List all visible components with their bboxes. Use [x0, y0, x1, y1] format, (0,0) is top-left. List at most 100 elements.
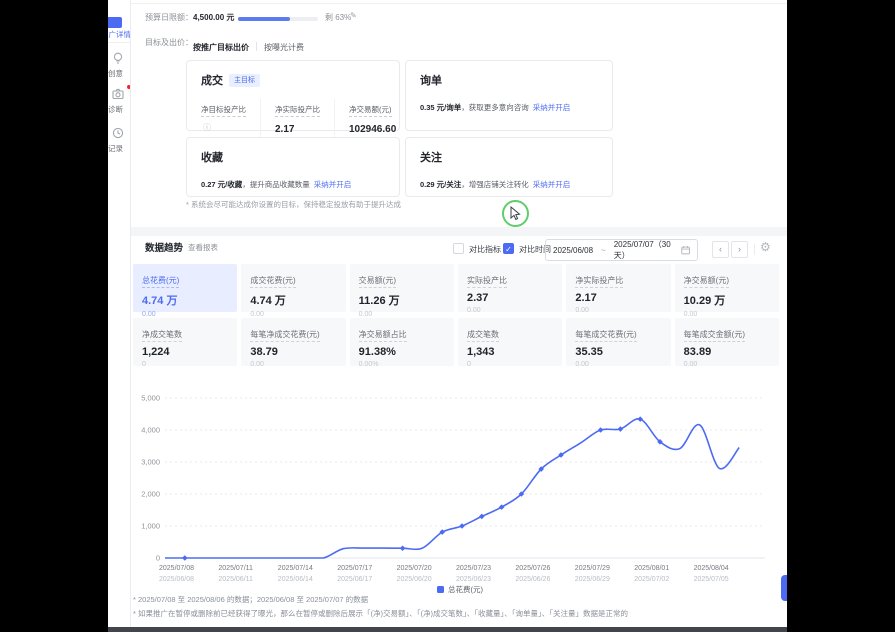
trend-chart[interactable]: 01,0002,0003,0004,0005,0002025/07/082025…	[133, 388, 773, 588]
metric-tile-6[interactable]: 净成交笔数1,2240	[133, 318, 237, 366]
svg-text:2025/07/23: 2025/07/23	[456, 565, 491, 572]
horizontal-scrollbar[interactable]	[108, 627, 787, 632]
svg-text:2025/07/26: 2025/07/26	[515, 565, 550, 572]
budget-value: 4,500.00 元	[193, 12, 234, 23]
info-icon[interactable]: ⓘ	[203, 123, 211, 132]
metric-tile-8[interactable]: 净交易额占比 91.38% 0.00%	[350, 318, 454, 366]
svg-text:2025/06/20: 2025/06/20	[397, 576, 432, 583]
adopt-enable-link[interactable]: 采纳并开启	[533, 180, 571, 189]
compare-metric-checkbox[interactable]	[453, 243, 464, 254]
svg-text:2025/07/14: 2025/07/14	[278, 565, 313, 572]
metric-label: 净交易额(元)	[684, 275, 729, 288]
bidding-label: 目标及出价：	[145, 37, 193, 48]
svg-text:2025/07/11: 2025/07/11	[218, 565, 253, 572]
svg-text:2025/07/17: 2025/07/17	[337, 565, 372, 572]
metric-tile-2[interactable]: 交易额(元)11.26 万0.00	[350, 264, 454, 312]
toolbar-divider	[754, 244, 755, 255]
metric-tile-4[interactable]: 净实际投产比2.170.00	[566, 264, 670, 312]
metric-value: 91.38%	[359, 346, 445, 358]
svg-text:2025/07/02: 2025/07/02	[634, 576, 669, 583]
metric-label: 每笔成交花费(元)	[575, 329, 636, 342]
sidebar-active-tag[interactable]	[108, 17, 122, 28]
metric-label: 每笔成交金额(元)	[684, 329, 745, 342]
budget-remaining: 剩 63%	[325, 12, 351, 23]
bulb-icon[interactable]	[111, 51, 125, 65]
goal-note: * 系统会尽可能达成你设置的目标，保持稳定投放有助于提升达成	[186, 199, 401, 210]
mini-sidebar: 推广详情 推广创意 推广诊断 操作记录	[108, 0, 131, 632]
compare-metric-label: 对比指标	[469, 244, 501, 255]
svg-text:0: 0	[156, 554, 160, 563]
metric-compare-value: 0.00	[575, 307, 661, 314]
sidebar-item-creative[interactable]: 推广创意	[108, 68, 127, 79]
metric-tile-0[interactable]: 总花费(元)4.74 万0.00	[133, 264, 237, 312]
prev-period-button[interactable]: ‹	[712, 241, 729, 258]
settings-gear-icon[interactable]: ⚙	[760, 240, 771, 254]
edit-budget-icon[interactable]: ✎	[350, 11, 357, 20]
metric-compare-value: 0.00	[684, 311, 770, 318]
metric-label: 净交易额占比	[359, 329, 407, 342]
metric-label: 每笔净成交花费(元)	[250, 329, 319, 342]
metric-tile-11[interactable]: 每笔成交金额(元)83.890.00	[675, 318, 779, 366]
metric-value: 4.74 万	[142, 292, 228, 308]
goal-card-follow[interactable]: 关注 0.29 元/关注，增强店铺关注转化采纳并开启	[405, 137, 613, 197]
svg-text:2025/06/17: 2025/06/17	[337, 576, 372, 583]
metric-value: 2.17	[575, 292, 661, 304]
goal-card-deal[interactable]: 成交主目标 净目标投产比ⓘ 2.45 ✎ 净实际投产比 2.17 净交易额(元)…	[186, 60, 400, 131]
adopt-enable-link[interactable]: 采纳并开启	[533, 103, 571, 112]
metric-tile-10[interactable]: 每笔成交花费(元) 35.35 0.00	[566, 318, 670, 366]
metric-tile-9[interactable]: 成交笔数1,3430	[458, 318, 562, 366]
legend-swatch	[437, 586, 444, 593]
side-float-handle[interactable]	[781, 575, 787, 601]
metric-label: 总花费(元)	[142, 275, 179, 288]
date-end: 2025/07/07（30天）	[614, 239, 681, 261]
sidebar-item-history[interactable]: 操作记录	[108, 143, 127, 154]
sidebar-item-diagnose[interactable]: 推广诊断	[108, 104, 127, 115]
metric-value: 2.37	[467, 292, 553, 304]
clock-icon[interactable]	[111, 126, 125, 140]
sidebar-divider	[108, 42, 130, 43]
camera-icon[interactable]	[111, 87, 125, 101]
metric-label: 成交笔数	[467, 329, 499, 342]
svg-text:1,000: 1,000	[141, 522, 160, 531]
metric-label: 成交花费(元)	[250, 275, 295, 288]
metric-value: 83.89	[684, 346, 770, 358]
metric-compare-value: 0.00	[250, 361, 336, 368]
view-report-link[interactable]: 查看报表	[188, 242, 218, 253]
metric-compare-value: 0.00%	[359, 361, 445, 368]
tab-separator	[256, 42, 257, 51]
metric-tile-3[interactable]: 实际投产比2.370.00	[458, 264, 562, 312]
goal-card-inquiry[interactable]: 询单 0.35 元/询单，获取更多意向咨询采纳并开启	[405, 60, 613, 131]
goal-card-favorite[interactable]: 收藏 0.27 元/收藏，提升商品收藏数量采纳并开启	[186, 137, 400, 197]
next-period-button[interactable]: ›	[731, 241, 748, 258]
metric-tile-5[interactable]: 净交易额(元)10.29 万0.00	[675, 264, 779, 312]
compare-time-checkbox[interactable]: ✓	[503, 243, 514, 254]
adopt-enable-link[interactable]: 采纳并开启	[314, 180, 352, 189]
svg-text:2025/08/01: 2025/08/01	[634, 565, 669, 572]
metric-value: 35.35	[575, 346, 661, 358]
metric-compare-value: 0.00	[142, 311, 228, 318]
svg-text:2025/06/26: 2025/06/26	[515, 576, 550, 583]
footnote-disclaimer: * 如果推广在暂停或删除前已经获得了曝光，那么在暂停或删除后展示「(净)交易额」…	[133, 608, 628, 619]
tab-bid-by-exposure[interactable]: 按曝光计费	[264, 43, 304, 52]
svg-text:2025/07/05: 2025/07/05	[694, 576, 729, 583]
metric-tile-7[interactable]: 每笔净成交花费(元)38.790.00	[241, 318, 345, 366]
notification-dot	[127, 85, 131, 89]
svg-text:2025/06/29: 2025/06/29	[575, 576, 610, 583]
metric-tile-1[interactable]: 成交花费(元)4.74 万0.00	[241, 264, 345, 312]
header-divider	[131, 3, 787, 4]
metric-compare-value: 0.00	[250, 311, 336, 318]
metric-compare-value: 0.00	[575, 361, 661, 368]
svg-text:2,000: 2,000	[141, 490, 160, 499]
chart-legend[interactable]: 总花费(元)	[437, 584, 483, 595]
trend-title: 数据趋势	[145, 240, 183, 254]
svg-text:2025/07/20: 2025/07/20	[397, 565, 432, 572]
sidebar-item-promo-detail[interactable]: 推广详情	[108, 29, 131, 40]
metric-compare-value: 0	[467, 361, 553, 368]
budget-slider[interactable]	[238, 17, 318, 21]
metric-value: 1,224	[142, 346, 228, 358]
screen: 推广详情 推广创意 推广诊断 操作记录 预算日限额： 4,500.00	[0, 0, 895, 632]
tab-bid-by-goal[interactable]: 按推广目标出价	[193, 43, 249, 52]
metric-compare-value: 0	[142, 361, 228, 368]
date-range-picker[interactable]: 2025/06/08 ~ 2025/07/07（30天）	[545, 239, 698, 261]
metric-label: 交易额(元)	[359, 275, 396, 288]
